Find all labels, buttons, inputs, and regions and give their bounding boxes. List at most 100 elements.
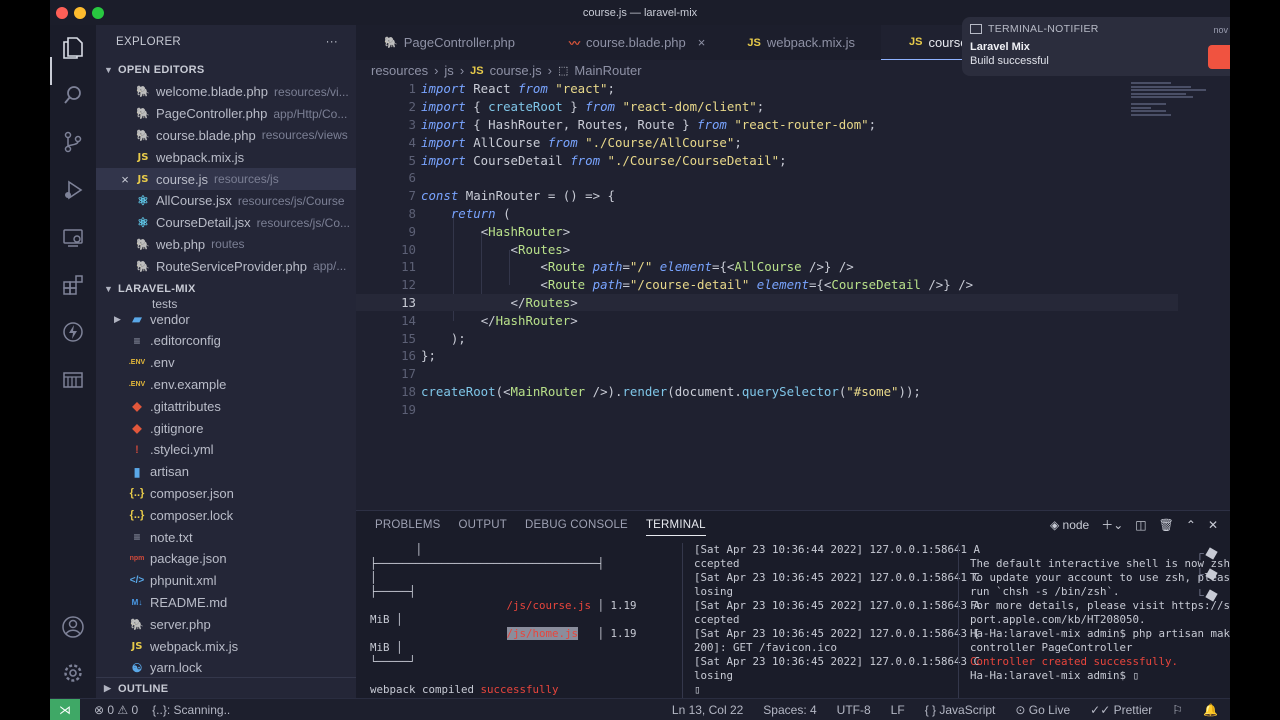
search-icon[interactable] <box>60 82 86 108</box>
editor-tab[interactable]: 〰 course.blade.php × <box>541 25 719 60</box>
tree-item[interactable]: {..} composer.lock <box>96 504 356 526</box>
code-line[interactable]: 4 import AllCourse from "./Course/AllCour… <box>356 133 1178 151</box>
tree-item[interactable]: ◆ .gitattributes <box>96 395 356 417</box>
extensions-icon[interactable] <box>60 272 86 298</box>
system-notification[interactable]: TERMINAL-NOTIFIER Laravel Mix Build succ… <box>962 17 1230 76</box>
account-icon[interactable] <box>60 614 86 640</box>
close-window-button[interactable] <box>56 7 68 19</box>
code-line[interactable]: 19 <box>356 400 1178 418</box>
tree-item[interactable]: .ENV .env <box>96 352 356 374</box>
tree-item[interactable]: npm package.json <box>96 548 356 570</box>
close-panel-icon[interactable]: ✕ <box>1208 518 1218 532</box>
code-line[interactable]: 1 import React from "react"; <box>356 80 1178 98</box>
terminal-instance[interactable]: ├ <box>1196 564 1220 585</box>
cursor-position[interactable]: Ln 13, Col 22 <box>672 703 743 717</box>
zoom-window-button[interactable] <box>92 7 104 19</box>
code-line[interactable]: 8 return ( <box>356 205 1178 223</box>
code-line[interactable]: 17 <box>356 365 1178 383</box>
settings-gear-icon[interactable] <box>60 660 86 686</box>
notifications-bell-icon[interactable]: 🔔 <box>1203 703 1218 717</box>
code-line[interactable]: 10 <Routes> <box>356 240 1178 258</box>
terminal-shell-selector[interactable]: ◈ node <box>1050 518 1089 532</box>
lightning-icon[interactable] <box>60 319 86 345</box>
maximize-panel-icon[interactable]: ⌃ <box>1186 518 1196 532</box>
editor-tab[interactable]: 🐘 PageController.php <box>356 25 541 60</box>
open-editor-item[interactable]: ⚛ AllCourse.jsx resources/js/Course <box>96 190 356 212</box>
editor-tab[interactable]: JS webpack.mix.js <box>719 25 881 60</box>
breadcrumb-item[interactable]: resources <box>371 63 428 78</box>
open-editor-item[interactable]: 🐘 web.php routes <box>96 234 356 256</box>
terminal-instance[interactable]: └ <box>1196 585 1220 606</box>
explorer-icon[interactable] <box>60 35 86 61</box>
project-manager-icon[interactable] <box>60 366 86 392</box>
tree-item[interactable]: M↓ README.md <box>96 592 356 614</box>
tree-item[interactable]: {..} composer.json <box>96 483 356 505</box>
trash-icon[interactable]: 🗑 <box>1159 518 1174 532</box>
open-editors-section[interactable]: ▼ OPEN EDITORS <box>96 59 356 81</box>
more-actions-icon[interactable]: ··· <box>326 36 338 48</box>
code-line[interactable]: 18 createRoot(<MainRouter />).render(docu… <box>356 383 1178 401</box>
panel-tab-problems[interactable]: PROBLEMS <box>375 519 441 531</box>
tree-item[interactable]: ◆ .gitignore <box>96 417 356 439</box>
terminal-pane-2[interactable]: [Sat Apr 23 10:36:44 2022] 127.0.0.1:586… <box>694 543 980 697</box>
panel-tab-debug-console[interactable]: DEBUG CONSOLE <box>525 519 628 531</box>
tree-item[interactable]: </> phpunit.xml <box>96 570 356 592</box>
open-editor-item[interactable]: 🐘 welcome.blade.php resources/vi... <box>96 81 356 103</box>
tree-item-tests[interactable]: tests <box>96 300 356 308</box>
tree-item[interactable]: 🐘 server.php <box>96 613 356 635</box>
code-line[interactable]: 9 <HashRouter> <box>356 222 1178 240</box>
open-editor-item[interactable]: 🐘 course.blade.php resources/views <box>96 125 356 147</box>
tree-item[interactable]: ▮ artisan <box>96 461 356 483</box>
encoding[interactable]: UTF-8 <box>837 703 871 717</box>
breadcrumb-item[interactable]: js <box>444 63 453 78</box>
tab-close-icon[interactable]: × <box>698 35 706 50</box>
open-editor-item[interactable]: 🐘 RouteServiceProvider.php app/... <box>96 255 356 277</box>
new-terminal-icon[interactable]: ＋⌄ <box>1101 516 1123 533</box>
end-of-line[interactable]: LF <box>891 703 905 717</box>
code-editor[interactable]: 1 import React from "react"; 2 import { cre… <box>356 80 1230 510</box>
panel-tab-terminal[interactable]: TERMINAL <box>645 519 706 536</box>
open-editor-item[interactable]: ⚛ CourseDetail.jsx resources/js/Co... <box>96 212 356 234</box>
outline-section[interactable]: ▶ OUTLINE <box>96 677 356 699</box>
code-line[interactable]: 5 import CourseDetail from "./Course/Cour… <box>356 151 1178 169</box>
tree-item[interactable]: ≡ .editorconfig <box>96 330 356 352</box>
prettier-status[interactable]: ✓✓ Prettier <box>1090 703 1152 717</box>
terminal-pane-1[interactable]: │ ├──────────────────────────────────┤ │ ├─… <box>370 543 637 711</box>
tree-item[interactable]: ▶ ▰ vendor <box>96 308 356 330</box>
code-line[interactable]: 2 import { createRoot } from "react-dom/c… <box>356 98 1178 116</box>
breadcrumb-item[interactable]: course.js <box>490 63 542 78</box>
code-line[interactable]: 3 import { HashRouter, Routes, Route } fr… <box>356 116 1178 134</box>
terminal-instance[interactable]: ┌ <box>1196 543 1220 564</box>
panel-tab-output[interactable]: OUTPUT <box>459 519 507 531</box>
go-live-button[interactable]: ⊙ Go Live <box>1015 703 1070 717</box>
terminal-pane-3[interactable]: The default interactive shell is now zsh… <box>970 543 1230 683</box>
code-line[interactable]: 7 const MainRouter = () => { <box>356 187 1178 205</box>
scanning-status[interactable]: {..}: Scanning.. <box>152 703 230 717</box>
remote-indicator-icon[interactable]: ⋊ <box>50 698 80 720</box>
breadcrumb-item[interactable]: MainRouter <box>574 63 641 78</box>
code-line[interactable]: 13 </Routes> <box>356 293 1178 312</box>
close-editor-icon[interactable]: × <box>116 172 134 187</box>
run-debug-icon[interactable] <box>60 177 86 203</box>
tree-item[interactable]: JS webpack.mix.js <box>96 635 356 657</box>
tree-item[interactable]: .ENV .env.example <box>96 374 356 396</box>
feedback-icon[interactable]: ⚐ <box>1172 703 1183 717</box>
project-section[interactable]: ▼ LARAVEL-MIX <box>96 278 356 300</box>
minimize-window-button[interactable] <box>74 7 86 19</box>
source-control-icon[interactable] <box>60 129 86 155</box>
tree-item[interactable]: ☯ yarn.lock <box>96 657 356 679</box>
tree-item[interactable]: ! .styleci.yml <box>96 439 356 461</box>
code-line[interactable]: 11 <Route path="/" element={<AllCourse /… <box>356 258 1178 276</box>
code-line[interactable]: 12 <Route path="/course-detail" element=… <box>356 276 1178 294</box>
open-editor-item[interactable]: 🐘 PageController.php app/Http/Co... <box>96 103 356 125</box>
code-line[interactable]: 14 </HashRouter> <box>356 311 1178 329</box>
code-line[interactable]: 15 ); <box>356 329 1178 347</box>
split-terminal-icon[interactable]: ◫ <box>1135 518 1146 532</box>
open-editor-item[interactable]: × JS course.js resources/js <box>96 168 356 190</box>
indentation[interactable]: Spaces: 4 <box>763 703 816 717</box>
remote-explorer-icon[interactable] <box>60 225 86 251</box>
problems-count[interactable]: ⊗ 0 ⚠ 0 <box>94 703 138 717</box>
code-line[interactable]: 16}; <box>356 347 1178 365</box>
code-line[interactable]: 6 <box>356 169 1178 187</box>
language-mode[interactable]: { } JavaScript <box>925 703 996 717</box>
